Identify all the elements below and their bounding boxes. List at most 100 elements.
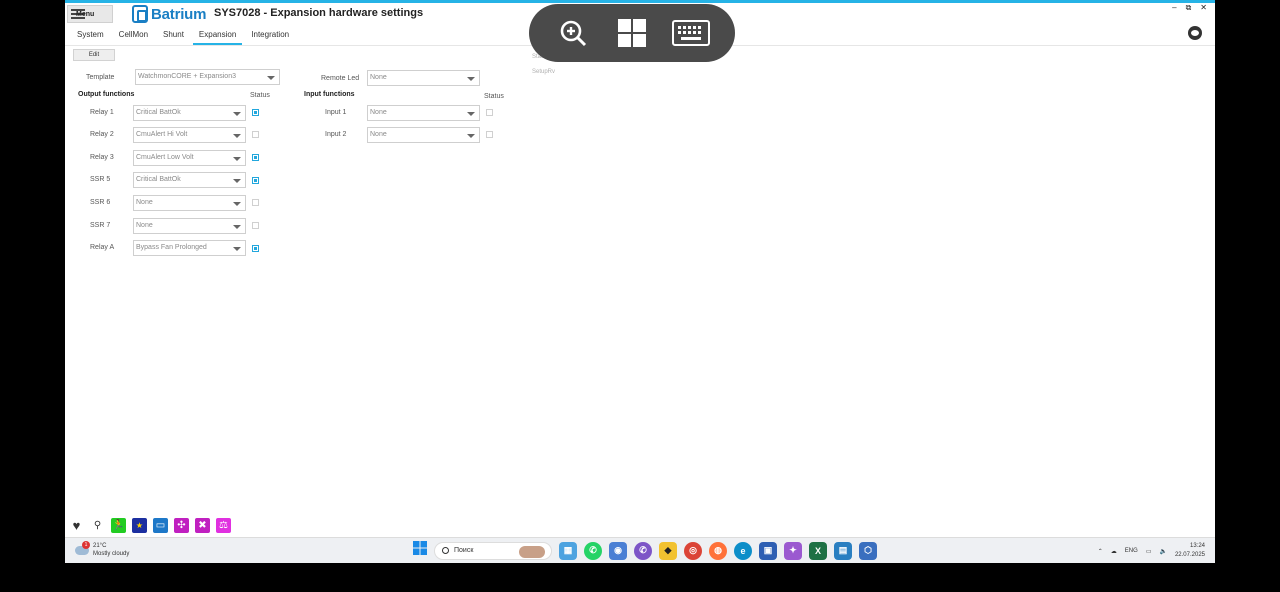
close-icon[interactable]: ✕	[1200, 3, 1207, 13]
output-value: CmuAlert Low Volt	[136, 154, 194, 161]
heart-icon[interactable]: ♥	[69, 518, 84, 533]
cloud-icon: 1	[75, 540, 90, 555]
whatsapp-app-icon[interactable]: ✆	[584, 541, 602, 560]
input-functions-header: Input functions	[304, 91, 355, 98]
fan-icon[interactable]: ✣	[174, 518, 189, 533]
system-tray: ⌃ ☁ ENG ▭ 🔈 13:24 22.07.2025	[1098, 542, 1205, 560]
output-status-header: Status	[250, 92, 270, 99]
battery-icon[interactable]: ▭	[153, 518, 168, 533]
template-label: Template	[86, 74, 115, 81]
chevron-down-icon	[267, 76, 275, 80]
batrium-logo: Batrium	[132, 5, 206, 23]
status-checkbox[interactable]	[252, 177, 259, 184]
search-highlight-image	[519, 545, 545, 558]
app-icon[interactable]: ◉	[609, 541, 627, 560]
firefox-app-icon[interactable]: ◍	[709, 541, 727, 560]
menu-button[interactable]: Menu	[67, 5, 113, 23]
volume-icon[interactable]: 🔈	[1159, 548, 1166, 555]
status-checkbox[interactable]	[252, 222, 259, 229]
output-value: Critical BattOk	[136, 109, 181, 116]
widgets-app-icon[interactable]: ▦	[559, 541, 577, 560]
cube-app-icon[interactable]: ⬡	[859, 541, 877, 560]
tab-expansion[interactable]: Expansion	[192, 30, 243, 45]
output-select[interactable]: CmuAlert Hi Volt	[133, 127, 246, 143]
excel-app-icon[interactable]: X	[809, 541, 827, 560]
keyboard-icon[interactable]	[672, 15, 711, 51]
edit-button[interactable]: Edit	[73, 49, 115, 61]
chevron-down-icon	[233, 179, 241, 183]
eu-flag-icon[interactable]: ★	[132, 518, 147, 533]
status-checkbox[interactable]	[252, 154, 259, 161]
chevron-down-icon	[467, 77, 475, 81]
template-value: WatchmonCORE + Expansion3	[138, 73, 236, 80]
input-select[interactable]: None	[367, 105, 480, 121]
weather-text: 21°C Mostly cloudy	[93, 542, 129, 558]
template-select[interactable]: WatchmonCORE + Expansion3	[135, 69, 280, 85]
tab-shunt[interactable]: Shunt	[163, 30, 184, 45]
weather-widget[interactable]: 1 21°C Mostly cloudy	[75, 540, 129, 558]
brand-name: Batrium	[151, 5, 207, 23]
notification-badge: 1	[82, 540, 90, 549]
weather-desc: Mostly cloudy	[93, 551, 130, 557]
chrome-app-icon[interactable]: ◎	[684, 541, 702, 560]
output-select[interactable]: Critical BattOk	[133, 172, 246, 188]
output-select[interactable]: None	[133, 195, 246, 211]
restore-icon[interactable]: ⧉	[1186, 3, 1192, 13]
viber-app-icon[interactable]: ✆	[634, 541, 652, 560]
user-avatar[interactable]	[1188, 26, 1202, 40]
chevron-down-icon	[233, 134, 241, 138]
remote-led-label: Remote Led	[321, 75, 360, 82]
save-app-icon[interactable]: ▣	[759, 541, 777, 560]
output-value: CmuAlert Hi Volt	[136, 131, 188, 138]
chevron-up-icon[interactable]: ⌃	[1098, 548, 1103, 555]
output-value: Critical BattOk	[136, 176, 181, 183]
minimize-icon[interactable]: –	[1172, 3, 1176, 13]
cloud-sync-icon[interactable]: ☁	[1111, 548, 1117, 555]
page-title: SYS7028 - Expansion hardware settings	[214, 7, 424, 19]
menu-label: Menu	[76, 10, 95, 18]
running-man-icon[interactable]: 🏃	[111, 518, 126, 533]
tab-cellmon[interactable]: CellMon	[119, 30, 148, 45]
remote-toolbar	[529, 4, 735, 62]
output-label: Relay 2	[90, 131, 114, 138]
chevron-down-icon	[233, 112, 241, 116]
remote-led-select[interactable]: None	[367, 70, 480, 86]
windows-snap-icon[interactable]	[613, 15, 651, 51]
status-checkbox[interactable]	[252, 199, 259, 206]
taskbar-search[interactable]: Поиск	[434, 541, 552, 560]
search-icon	[442, 547, 449, 554]
language-indicator[interactable]: ENG	[1125, 548, 1138, 554]
status-checkbox[interactable]	[252, 109, 259, 116]
input-label: Input 1	[325, 109, 347, 116]
output-select[interactable]: Bypass Fan Prolonged	[133, 240, 246, 256]
balance-icon[interactable]: ⚖	[216, 518, 231, 533]
input-label: Input 2	[325, 131, 347, 138]
remote-led-value: None	[370, 74, 387, 81]
taskbar-apps: Поиск ▦ ✆ ◉ ✆ ◆ ◎ ◍ e ▣ ✦ X ▤ ⬡	[413, 541, 877, 560]
tab-system[interactable]: System	[77, 30, 104, 45]
copilot-app-icon[interactable]: ✦	[784, 541, 802, 560]
tab-integration[interactable]: Integration	[251, 30, 289, 45]
monitor-icon[interactable]: ▭	[1146, 548, 1152, 555]
edge-app-icon[interactable]: e	[734, 541, 752, 560]
input-select[interactable]: None	[367, 127, 480, 143]
output-select[interactable]: None	[133, 218, 246, 234]
status-checkbox[interactable]	[252, 131, 259, 138]
connection-icon[interactable]: ⚲	[90, 518, 105, 533]
status-checkbox[interactable]	[252, 245, 259, 252]
chevron-down-icon	[233, 247, 241, 251]
zoom-in-icon[interactable]	[554, 15, 592, 51]
output-select[interactable]: Critical BattOk	[133, 105, 246, 121]
status-checkbox[interactable]	[486, 109, 493, 116]
batrium-logo-icon	[132, 5, 148, 23]
clock-date: 22.07.2025	[1174, 552, 1205, 558]
output-select[interactable]: CmuAlert Low Volt	[133, 150, 246, 166]
app-window: Menu Batrium SYS7028 - Expansion hardwar…	[65, 0, 1215, 563]
batman-app-icon[interactable]: ◆	[659, 541, 677, 560]
chevron-down-icon	[233, 202, 241, 206]
windows-start-icon[interactable]	[413, 541, 427, 560]
clock[interactable]: 13:24 22.07.2025	[1175, 542, 1205, 560]
status-checkbox[interactable]	[486, 131, 493, 138]
device-app-icon[interactable]: ▤	[834, 541, 852, 560]
tools-icon[interactable]: ✖	[195, 518, 210, 533]
